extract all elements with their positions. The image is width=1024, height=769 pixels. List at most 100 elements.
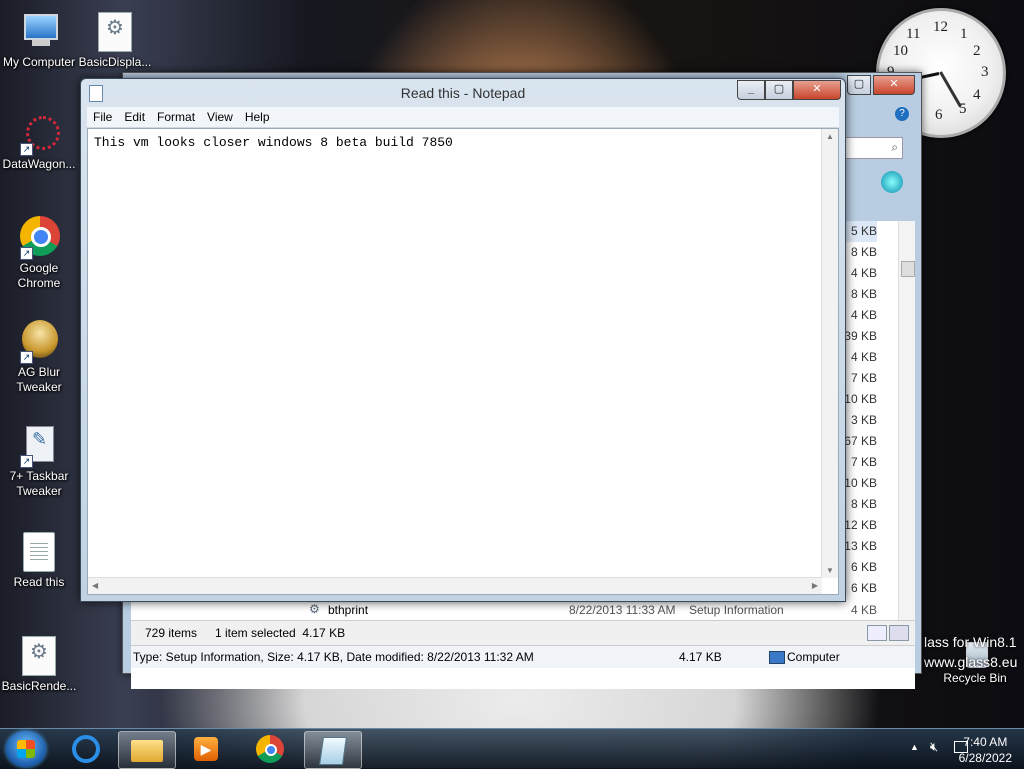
volume-muted-icon[interactable]: 🔇︎ (930, 739, 938, 755)
windows-logo-icon (17, 740, 35, 758)
horizontal-scrollbar[interactable]: ◀ ▶ (88, 577, 822, 594)
watermark-line: lass for Win8.1 (924, 634, 1017, 650)
notepad-icon (319, 737, 347, 765)
tray-date: 6/28/2022 (958, 751, 1012, 765)
details-view-icon[interactable] (867, 625, 887, 641)
vertical-scrollbar[interactable]: ▲ ▼ (821, 129, 838, 578)
tray-clock[interactable]: 7:40 AM 6/28/2022 (959, 734, 1012, 766)
explorer-vscroll[interactable] (898, 221, 915, 641)
shortcut-arrow-icon: ↗ (20, 351, 33, 364)
explorer-nav-icon[interactable] (881, 171, 903, 193)
folder-icon (131, 740, 163, 762)
close-button[interactable]: ✕ (793, 80, 841, 100)
menu-file[interactable]: File (87, 107, 118, 127)
desktop-icon-label: My Computer (2, 55, 76, 69)
explorer-maximize-button[interactable]: ▢ (847, 75, 871, 95)
desktop-icon-ag-blur-tweaker[interactable]: ↗ AG Blur Tweaker (0, 320, 78, 395)
desktop-icon-label: Read this (13, 575, 65, 589)
settings-file-icon (22, 636, 56, 676)
desktop-icon-basic-render[interactable]: BasicRende... (0, 634, 78, 694)
tiles-view-icon[interactable] (889, 625, 909, 641)
file-row[interactable]: ⚙ bthprint 8/22/2013 11:33 AM Setup Info… (123, 600, 907, 620)
explorer-caption-buttons: ▢ ✕ (847, 75, 915, 95)
desktop-icon-label: Recycle Bin (943, 671, 1007, 685)
datawagon-icon: ↗ (18, 112, 60, 156)
clock-number: 10 (893, 43, 908, 59)
desktop-icon-datawagon[interactable]: ↗ DataWagon... (0, 112, 78, 172)
settings-file-icon: ⚙ (309, 602, 320, 616)
desktop-icon-read-this[interactable]: Read this (0, 530, 78, 590)
text-file-icon (23, 532, 55, 572)
internet-explorer-icon (72, 735, 100, 763)
media-player-icon: ▶ (194, 737, 218, 761)
explorer-close-button[interactable]: ✕ (873, 75, 915, 95)
ag-blur-icon: ↗ (18, 320, 60, 364)
menu-format[interactable]: Format (151, 107, 201, 127)
scroll-down-arrow-icon[interactable]: ▼ (826, 566, 834, 575)
item-count: 729 items (145, 626, 198, 640)
scroll-up-arrow-icon[interactable]: ▲ (826, 132, 834, 141)
minimize-button[interactable]: _ (737, 80, 765, 100)
tray-time: 7:40 AM (963, 735, 1008, 749)
desktop-icon-basic-display[interactable]: BasicDispla... (76, 10, 154, 70)
search-icon: ⌕ (891, 140, 898, 154)
menu-bar: File Edit Format View Help (87, 107, 839, 128)
system-tray: ▲ 🔇︎ 7:40 AM 6/28/2022 (874, 729, 1024, 769)
desktop-icon-label: AG Blur Tweaker (16, 365, 62, 394)
desktop-icon-my-computer[interactable]: My Computer (0, 10, 78, 70)
desktop-icon-label: Google Chrome (17, 261, 61, 290)
computer-icon (769, 651, 785, 664)
menu-view[interactable]: View (201, 107, 239, 127)
file-type: Setup Information (689, 603, 784, 617)
desktop-icon-label: BasicDispla... (78, 55, 152, 69)
computer-icon (18, 10, 60, 52)
file-size: 4 KB (851, 603, 878, 617)
taskbar-chrome[interactable] (242, 731, 298, 767)
desktop-icon-google-chrome[interactable]: ↗ Google Chrome (0, 216, 78, 291)
desktop-icon-label: 7+ Taskbar Tweaker (9, 469, 69, 498)
desktop-icon-taskbar-tweaker[interactable]: ✎ ↗ 7+ Taskbar Tweaker (0, 424, 78, 499)
taskbar-notepad[interactable] (304, 731, 362, 769)
editor-content: This vm looks closer windows 8 beta buil… (94, 135, 453, 150)
taskbar-ie[interactable] (58, 731, 114, 767)
notepad-window[interactable]: Read this - Notepad _ ▢ ✕ File Edit Form… (80, 78, 846, 602)
menu-help[interactable]: Help (239, 107, 276, 127)
explorer-search-box[interactable]: ⌕ (845, 137, 903, 159)
clock-number: 1 (960, 26, 968, 42)
taskbar: ▶ ▲ 🔇︎ 7:40 AM 6/28/2022 (0, 728, 1024, 769)
menu-edit[interactable]: Edit (118, 107, 151, 127)
explorer-status-bar: 729 items 1 item selected 4.17 KB (131, 620, 915, 645)
window-title: Read this - Notepad (400, 85, 526, 101)
shortcut-arrow-icon: ↗ (20, 455, 33, 468)
start-button[interactable] (6, 731, 46, 767)
clock-number: 3 (981, 64, 989, 80)
clock-number: 6 (935, 107, 943, 123)
caption-buttons: _ ▢ ✕ (737, 80, 841, 100)
scroll-left-arrow-icon[interactable]: ◀ (92, 581, 98, 590)
explorer-details-bar: Type: Setup Information, Size: 4.17 KB, … (131, 645, 915, 668)
text-editor[interactable]: This vm looks closer windows 8 beta buil… (87, 128, 839, 595)
show-hidden-icons-arrow-icon[interactable]: ▲ (910, 742, 919, 752)
settings-file-icon (98, 12, 132, 52)
selection-info: 1 item selected 4.17 KB (215, 626, 346, 640)
file-date: 8/22/2013 11:33 AM (569, 603, 676, 617)
desktop-icon-label: DataWagon... (2, 157, 76, 171)
file-name: bthprint (328, 603, 369, 617)
shortcut-arrow-icon: ↗ (20, 143, 33, 156)
details-text: Type: Setup Information, Size: 4.17 KB, … (133, 650, 534, 664)
chrome-icon: ↗ (18, 216, 60, 260)
shortcut-arrow-icon: ↗ (20, 247, 33, 260)
clock-number: 2 (973, 43, 981, 59)
glass8-watermark: lass for Win8.1 www.glass8.eu (924, 632, 1017, 672)
explorer-scroll-thumb[interactable] (901, 261, 915, 277)
chrome-icon-center (265, 744, 277, 756)
scroll-right-arrow-icon[interactable]: ▶ (812, 581, 818, 590)
taskbar-media-player[interactable]: ▶ (178, 731, 234, 767)
explorer-help-icon[interactable]: ? (895, 107, 909, 121)
taskbar-tweaker-icon: ✎ ↗ (18, 424, 60, 468)
details-location: Computer (787, 650, 840, 664)
clock-number: 4 (973, 87, 981, 103)
watermark-line: www.glass8.eu (924, 654, 1018, 670)
maximize-button[interactable]: ▢ (765, 80, 793, 100)
taskbar-explorer[interactable] (118, 731, 176, 769)
